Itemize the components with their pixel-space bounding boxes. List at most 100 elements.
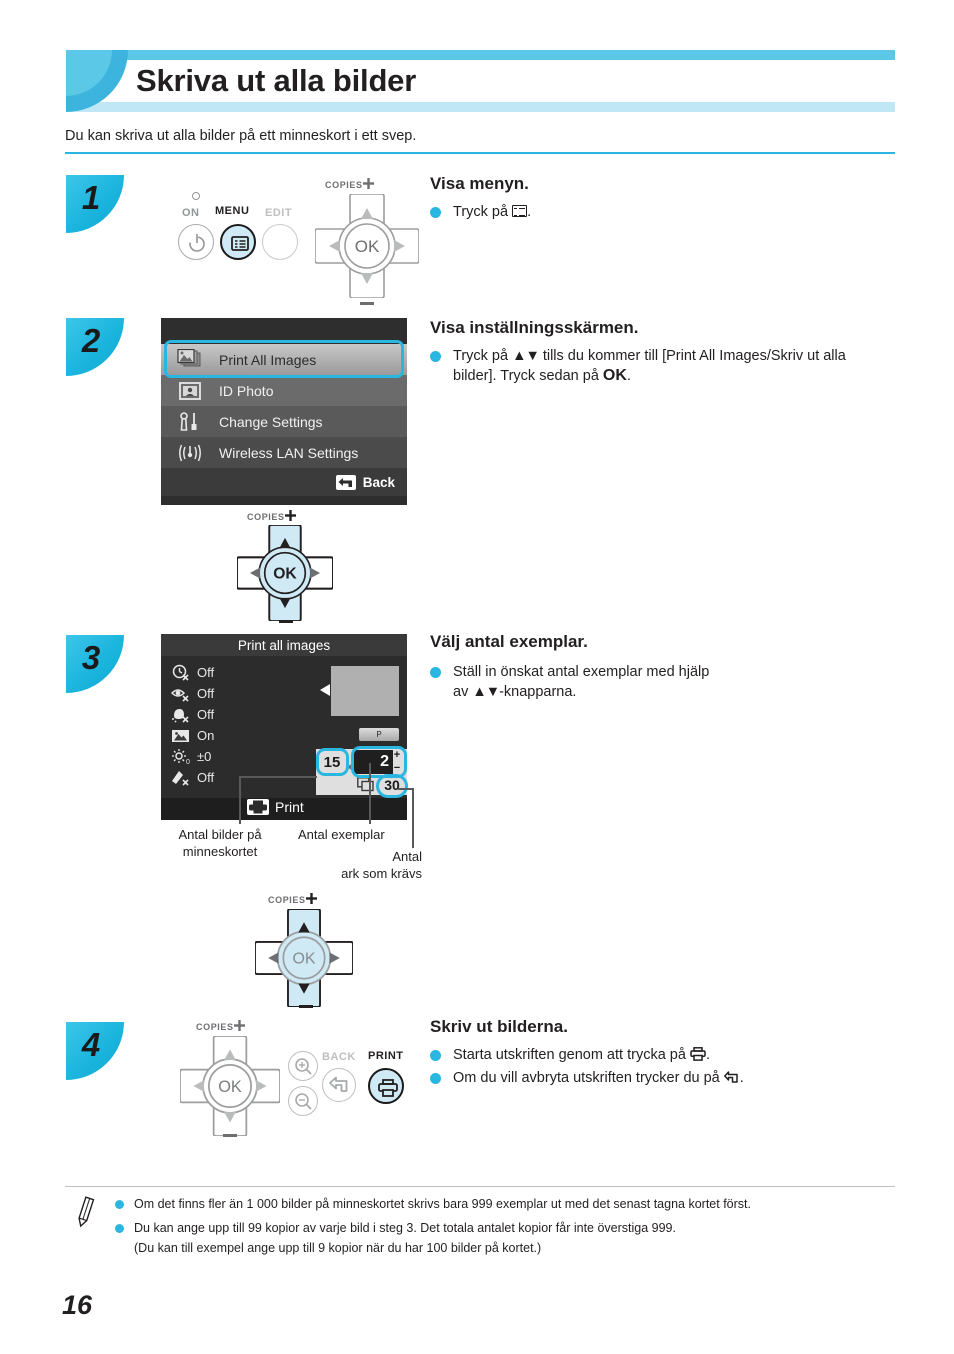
option-row[interactable]: Off — [165, 683, 214, 704]
minus-icon-step2 — [279, 620, 293, 623]
print-button[interactable]: Print — [247, 799, 304, 815]
callout-images-line1: Antal bilder på — [178, 827, 262, 842]
note-item-1: Om det finns fler än 1 000 bilder på min… — [115, 1196, 895, 1213]
plus-icon-step3 — [305, 892, 318, 905]
sheets-stack-icon — [357, 777, 375, 792]
effect-off-icon — [165, 769, 197, 787]
back-button[interactable] — [322, 1068, 356, 1102]
print-screen-title: Print all images — [161, 634, 407, 656]
back-arrow-icon — [723, 1069, 740, 1083]
redeye-off-icon — [165, 685, 197, 703]
print-options-list: Off Off Off On 0 ±0 Off — [165, 662, 214, 788]
wifi-icon — [161, 443, 219, 463]
back-arrow-icon — [335, 474, 356, 490]
step-number-4: 4 — [81, 1026, 101, 1063]
menu-button[interactable] — [220, 224, 256, 260]
edit-button[interactable] — [262, 224, 298, 260]
menu-item-label: Print All Images — [219, 351, 317, 368]
printer-icon — [690, 1047, 706, 1061]
menu-item-id-photo[interactable]: ID Photo — [161, 375, 407, 406]
intro-text: Du kan skriva ut alla bilder på ett minn… — [65, 128, 417, 144]
note-item-3: (Du kan till exempel ange upp till 9 kop… — [134, 1240, 914, 1257]
plus-icon-step2 — [284, 509, 297, 522]
step-number-3: 3 — [81, 639, 101, 676]
zoom-in-button[interactable] — [288, 1051, 318, 1081]
step4-bullet2-suffix: . — [739, 1070, 744, 1086]
page-number: 16 — [62, 1290, 93, 1320]
menu-item-print-all-images[interactable]: Print All Images — [161, 344, 407, 375]
bullet-dot-icon — [430, 667, 441, 678]
menu-item-label: Change Settings — [219, 413, 323, 430]
skin-smooth-off-icon — [165, 706, 197, 724]
zoom-in-icon — [295, 1058, 312, 1075]
image-thumbnail — [331, 666, 399, 716]
step3-text-line1: Ställ in önskat antal exemplar med hjälp — [453, 664, 710, 680]
option-row[interactable]: Off — [165, 662, 214, 683]
leader-line-sheets-h — [398, 788, 414, 790]
images-stack-icon — [161, 348, 219, 371]
zoom-out-button[interactable] — [288, 1086, 318, 1116]
power-button[interactable] — [178, 224, 214, 260]
bullet-dot-icon — [430, 1050, 441, 1061]
option-row[interactable]: Off — [165, 704, 214, 725]
note-text: Om det finns fler än 1 000 bilder på min… — [134, 1197, 751, 1211]
bullet-dot-icon — [430, 1073, 441, 1084]
left-arrow-icon — [319, 683, 331, 697]
option-value: Off — [197, 770, 215, 785]
step2-text-c: tills du kommer till [Print All Images/S… — [542, 348, 804, 364]
step4-bullet1-text: Starta utskriften genom att trycka på — [453, 1047, 686, 1063]
note-item-2: Du kan ange upp till 99 kopior av varje … — [115, 1220, 895, 1237]
callout-sheets-line2: ark som krävs — [341, 866, 422, 881]
power-led-icon — [192, 192, 200, 200]
navigation-dpad-step1[interactable]: OK — [314, 193, 420, 299]
step-number-2: 2 — [81, 322, 101, 359]
navigation-dpad-step3[interactable]: OK — [254, 908, 354, 1008]
option-row[interactable]: 0 ±0 — [165, 746, 214, 767]
menu-back-row[interactable]: Back — [161, 468, 407, 496]
copies-label-step2: COPIES — [247, 512, 285, 522]
option-value: On — [197, 728, 215, 743]
step4-bullet2-text: Om du vill avbryta utskriften trycker du… — [453, 1070, 720, 1086]
bullet-dot-icon — [115, 1200, 124, 1209]
sheets-required-value: 30 — [384, 777, 400, 793]
print-label: Print — [275, 799, 304, 815]
minus-icon-step3 — [299, 1005, 313, 1008]
svg-text:0: 0 — [186, 759, 190, 766]
menu-screen: Print All Images ID Photo Change Setting… — [161, 318, 407, 505]
step2-bullet: Tryck på ▲▼ tills du kommer till [Print … — [430, 346, 890, 386]
menu-item-change-settings[interactable]: Change Settings — [161, 406, 407, 437]
navigation-dpad-step2[interactable]: OK — [236, 524, 334, 622]
navigation-dpad-step4[interactable]: OK — [179, 1035, 281, 1137]
copies-value: 2 — [380, 753, 389, 770]
page-header: Skriva ut alla bilder — [0, 50, 954, 122]
device-panel-step3: COPIES OK — [243, 893, 363, 1008]
bullet-dot-icon — [430, 351, 441, 362]
option-value: Off — [197, 665, 215, 680]
id-photo-icon — [161, 381, 219, 400]
zoom-out-icon — [295, 1093, 312, 1110]
callout-images-line2: minneskortet — [182, 844, 258, 859]
device-panel-step2: COPIES OK — [225, 509, 345, 623]
device-panel-step4: COPIES OK BACK PRINT — [170, 1018, 420, 1138]
copies-increase-button[interactable]: + — [391, 749, 403, 761]
notes-divider — [65, 1186, 895, 1187]
bullet-dot-icon — [430, 207, 441, 218]
step4-heading: Skriv ut bilderna. — [430, 1017, 568, 1036]
step-badge-3: 3 — [66, 635, 124, 693]
printer-icon — [378, 1079, 398, 1097]
brightness-icon: 0 — [165, 748, 197, 766]
updown-arrows-icon: ▲▼ — [472, 684, 500, 700]
menu-item-wireless-lan-settings[interactable]: Wireless LAN Settings — [161, 437, 407, 468]
copies-decrease-button[interactable]: − — [391, 762, 403, 774]
leader-line-images — [239, 776, 241, 824]
step-badge-1: 1 — [66, 175, 124, 233]
print-hw-button[interactable] — [368, 1068, 404, 1104]
menu-back-label: Back — [362, 474, 395, 490]
step2-text-e: . — [626, 368, 631, 384]
option-row[interactable]: Off — [165, 767, 214, 788]
option-row[interactable]: On — [165, 725, 214, 746]
menu-screen-topbar — [161, 318, 407, 344]
menu-item-label: ID Photo — [219, 382, 274, 399]
note-text: Du kan ange upp till 99 kopior av varje … — [134, 1221, 676, 1235]
step1-bullet-suffix: . — [527, 204, 532, 220]
